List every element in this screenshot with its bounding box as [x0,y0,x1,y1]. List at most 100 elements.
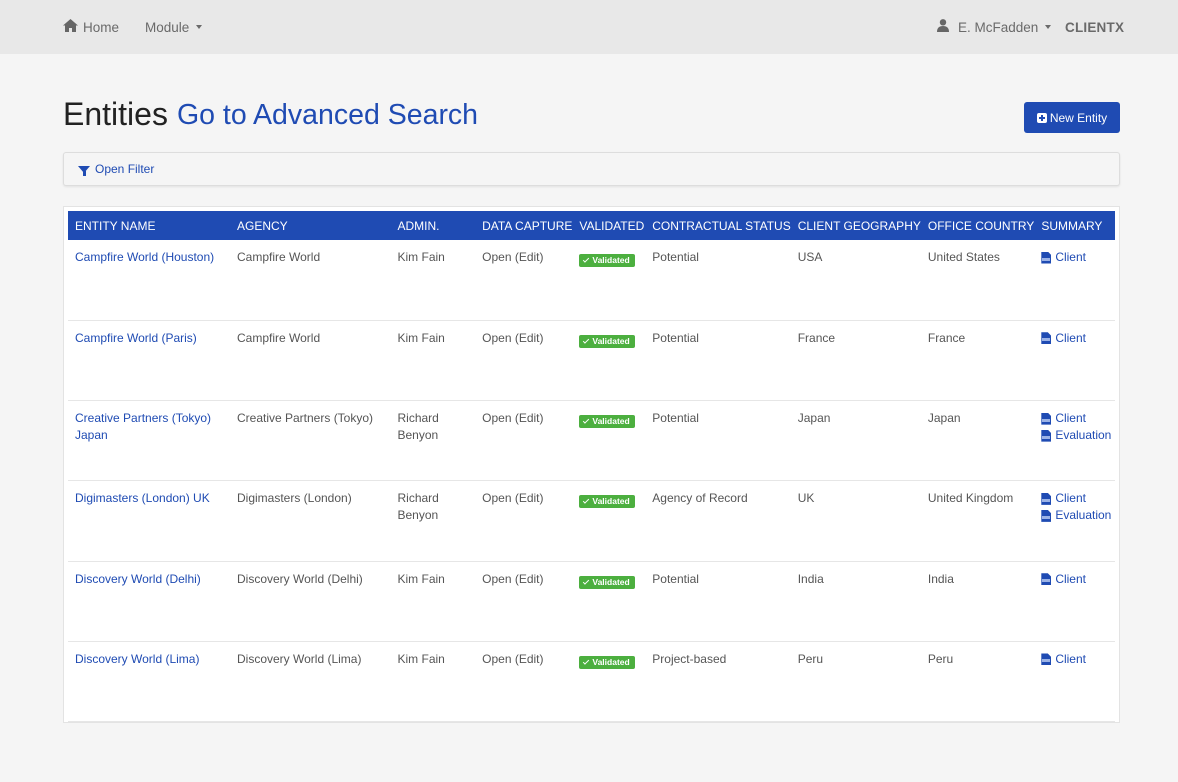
cell-contractual-status: Potential [652,571,699,586]
validated-badge: Validated [579,254,635,267]
checkmark-icon [583,417,590,424]
summary-pdf-link-evaluation[interactable]: Evaluation [1041,507,1115,524]
cell-validated: Validated [572,561,645,641]
entity-name-link[interactable]: Discovery World (Delhi) [75,572,201,586]
nav-home-link[interactable]: Home [63,0,119,54]
column-header-data-capture[interactable]: DATA CAPTURE [475,211,572,240]
validated-badge-label: Validated [592,496,630,507]
new-entity-label: New Entity [1049,110,1108,125]
entity-name-link[interactable]: Digimasters (London) UK [75,491,210,505]
column-header-office-country[interactable]: OFFICE COUNTRY [921,211,1034,240]
cell-office-country: United States [927,250,1000,264]
user-menu-dropdown[interactable]: E. McFadden [937,0,1052,54]
summary-link-label: Client [1055,411,1086,426]
new-entity-button[interactable]: New Entity [1024,102,1120,133]
summary-pdf-link-client[interactable]: Client [1041,571,1115,588]
summary-pdf-link-client[interactable]: Client [1041,410,1115,427]
cell-contractual-status: Potential [652,411,699,426]
cell-office-country: Japan [927,411,961,426]
brand-logo[interactable]: CLIENTX [1065,0,1124,54]
column-header-client-geography[interactable]: CLIENT GEOGRAPHY [791,211,921,240]
pdf-file-icon [1041,573,1052,586]
summary-link-label: Client [1055,571,1086,586]
nav-module-dropdown[interactable]: Module [145,0,203,54]
cell-summary: Client [1034,320,1115,400]
checkmark-icon [583,497,590,505]
cell-entity-name: Digimasters (London) UK [68,481,230,561]
table-header-row: ENTITY NAME AGENCY ADMIN. DATA CAPTURE V… [68,211,1115,240]
summary-link-label: Client [1055,250,1086,264]
top-navbar: Home Module E. McFadden CLIENTX [0,0,1178,54]
cell-admin: Richard Benyon [397,411,439,443]
summary-link-label: Client [1055,651,1086,666]
summary-pdf-link-client[interactable]: Client [1041,330,1115,347]
entity-name-link[interactable]: Discovery World (Lima) [75,652,199,666]
cell-entity-name: Campfire World (Houston) [68,240,230,320]
validated-badge: Validated [579,415,635,429]
advanced-search-link[interactable]: Go to Advanced Search [177,99,478,132]
summary-pdf-link-client[interactable]: Client [1041,249,1115,266]
cell-office-country: United Kingdom [927,491,1014,506]
checkmark-icon [583,578,590,585]
summary-pdf-link-evaluation[interactable]: Evaluation [1041,427,1115,444]
validated-badge-label: Validated [592,416,630,427]
cell-client-geography: Peru [797,651,824,666]
entities-table: ENTITY NAME AGENCY ADMIN. DATA CAPTURE V… [68,211,1115,722]
column-header-entity-name[interactable]: ENTITY NAME [68,211,230,240]
pdf-file-icon [1041,332,1052,345]
cell-office-country: India [927,571,954,586]
column-header-agency[interactable]: AGENCY [230,211,391,240]
caret-down-icon [196,25,203,29]
table-row: Digimasters (London) UK Digimasters (Lon… [68,481,1115,562]
column-header-admin[interactable]: ADMIN. [391,211,476,240]
column-header-contractual-status[interactable]: CONTRACTUAL STATUS [645,211,790,240]
validated-badge-label: Validated [592,255,630,265]
entity-name-link[interactable]: Creative Partners (Tokyo) Japan [75,411,211,442]
entity-name-link[interactable]: Campfire World (Paris) [75,331,197,345]
table-row: Discovery World (Lima) Discovery World (… [68,641,1115,722]
cell-agency: Creative Partners (Tokyo) [236,411,374,426]
nav-module-label: Module [145,19,190,35]
nav-home-label: Home [83,19,120,35]
page-title: Entities [63,96,168,132]
table-row: Campfire World (Paris) Campfire World Ki… [68,320,1115,401]
cell-agency: Discovery World (Lima) [236,651,362,666]
validated-badge-label: Validated [592,335,630,346]
column-header-validated[interactable]: VALIDATED [572,211,645,240]
entity-name-link[interactable]: Campfire World (Houston) [75,250,214,264]
cell-client-geography: Japan [797,411,831,426]
open-filter-label: Open Filter [95,162,155,176]
cell-client-geography: France [797,330,836,345]
pdf-file-icon [1041,251,1052,264]
filter-bar: Open Filter [63,152,1120,186]
validated-badge-label: Validated [592,576,630,587]
table-row: Creative Partners (Tokyo) Japan Creative… [68,401,1115,481]
pdf-file-icon [1041,653,1052,666]
user-icon [937,19,949,35]
open-filter-toggle[interactable]: Open Filter [78,162,154,176]
checkmark-icon [583,337,590,344]
cell-admin: Kim Fain [397,250,445,264]
cell-entity-name: Campfire World (Paris) [68,320,230,400]
cell-validated: Validated [572,320,645,400]
cell-data-capture: Open (Edit) [482,250,544,264]
summary-pdf-link-client[interactable]: Client [1041,651,1115,668]
cell-summary: Client [1034,240,1115,320]
pdf-file-icon [1041,412,1052,425]
cell-validated: Validated [572,401,645,481]
summary-link-label: Client [1055,491,1086,506]
cell-data-capture: Open (Edit) [482,330,544,345]
cell-data-capture: Open (Edit) [482,411,544,426]
summary-pdf-link-client[interactable]: Client [1041,490,1115,507]
cell-agency: Campfire World [236,330,321,345]
validated-badge: Validated [579,334,635,348]
validated-badge: Validated [579,655,635,669]
cell-contractual-status: Agency of Record [652,491,748,506]
column-header-summary[interactable]: SUMMARY [1034,211,1115,240]
summary-link-label: Evaluation [1055,428,1112,443]
caret-down-icon [1045,25,1052,29]
pdf-file-icon [1041,509,1052,522]
cell-contractual-status: Potential [652,330,699,345]
cell-admin: Kim Fain [397,651,445,666]
cell-data-capture: Open (Edit) [482,491,544,506]
